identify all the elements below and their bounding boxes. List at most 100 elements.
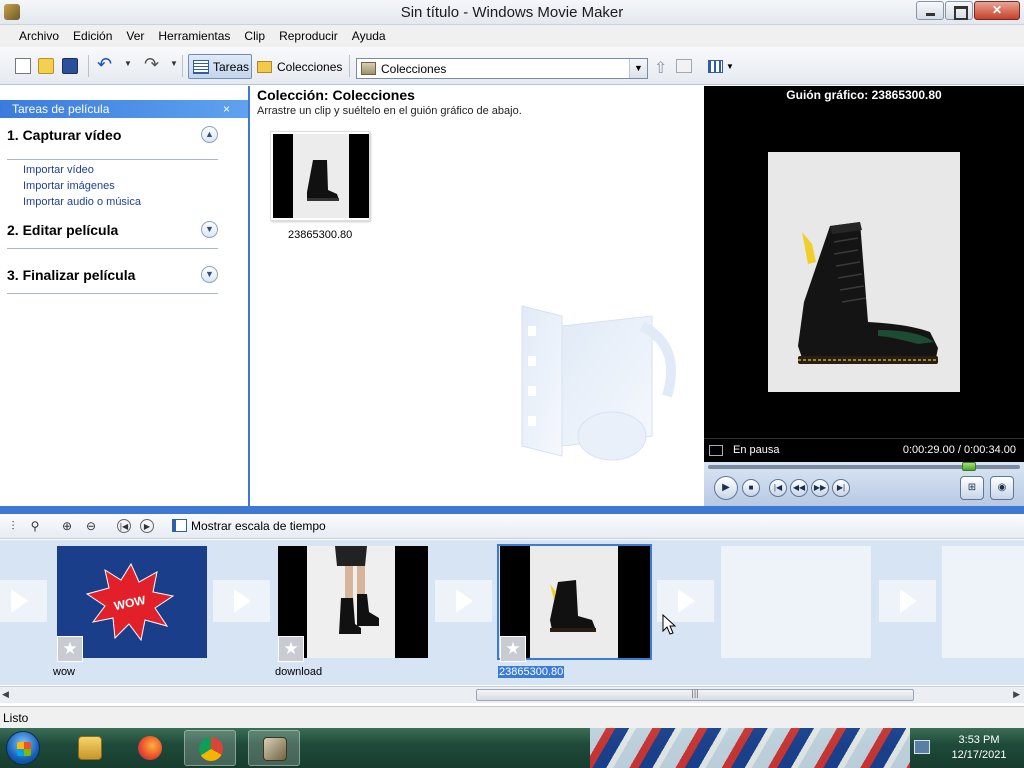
scroll-left-icon[interactable]: ◀ [2, 689, 9, 700]
task-section-title: 2. Editar película [7, 222, 119, 238]
taskbar-explorer[interactable] [64, 730, 116, 766]
tasks-label: Tareas [213, 59, 250, 74]
task-section-finish[interactable]: 3. Finalizar película ▼ [0, 266, 218, 284]
menu-reproducir[interactable]: Reproducir [272, 29, 345, 43]
pane-divider[interactable] [0, 506, 1024, 514]
audio-levels-icon[interactable]: ⚲ [28, 519, 42, 533]
storyboard-clip-boot[interactable]: ★ [500, 546, 650, 662]
folder-icon [257, 60, 272, 73]
task-section-capture[interactable]: 1. Capturar vídeo ▲ [0, 126, 218, 144]
stop-button[interactable]: ■ [742, 479, 760, 497]
menu-edicion[interactable]: Edición [66, 29, 119, 43]
narrate-timeline-icon[interactable]: ⫶ [6, 519, 20, 533]
start-button[interactable] [6, 731, 40, 765]
playback-time: 0:00:29.00 / 0:00:34.00 [902, 444, 1016, 456]
mouse-cursor-icon [662, 614, 677, 635]
empty-storyboard-slot[interactable] [721, 546, 871, 658]
taskbar-firefox[interactable] [124, 730, 176, 766]
collection-select[interactable]: Colecciones ▼ [356, 58, 648, 79]
minimize-button[interactable] [916, 1, 944, 20]
storyboard-clip-wow[interactable]: WOW ★ [57, 546, 207, 662]
playback-state: En pausa [733, 444, 780, 456]
transition-slot[interactable] [0, 580, 47, 622]
close-button[interactable] [974, 1, 1020, 20]
save-project-icon[interactable] [62, 58, 78, 74]
views-icon[interactable] [708, 60, 723, 73]
zoom-out-icon[interactable]: ⊖ [84, 519, 98, 533]
taskbar-movie-maker[interactable] [248, 730, 300, 766]
chrome-icon [199, 737, 223, 761]
task-pane-title: Tareas de película [12, 102, 110, 116]
transition-slot[interactable] [435, 580, 492, 622]
import-images-link[interactable]: Importar imágenes [0, 178, 248, 194]
show-timeline-button[interactable]: Mostrar escala de tiempo [191, 519, 326, 533]
up-level-icon[interactable]: ⇧ [654, 58, 667, 78]
seek-bar[interactable] [708, 462, 1020, 471]
movie-tasks-pane: Tareas de película × 1. Capturar vídeo ▲… [0, 86, 250, 506]
title-bar: Sin título - Windows Movie Maker [0, 0, 1024, 25]
menu-ver[interactable]: Ver [119, 29, 151, 43]
chevron-down-icon[interactable]: ▼ [201, 221, 218, 238]
previous-frame-button[interactable]: |◀ [769, 479, 787, 497]
scroll-right-icon[interactable]: ▶ [1013, 689, 1020, 700]
redo-dropdown-icon[interactable]: ▼ [170, 59, 178, 68]
menu-archivo[interactable]: Archivo [12, 29, 66, 43]
chevron-down-icon[interactable]: ▼ [629, 59, 647, 78]
seek-thumb[interactable] [962, 462, 976, 471]
scrollbar-thumb[interactable] [476, 688, 914, 701]
firefox-icon [138, 736, 162, 760]
menu-ayuda[interactable]: Ayuda [345, 29, 393, 43]
transition-slot[interactable] [879, 580, 936, 622]
new-project-icon[interactable] [15, 58, 31, 74]
folder-icon [78, 736, 102, 760]
tasks-button[interactable]: Tareas [188, 54, 252, 79]
menu-clip[interactable]: Clip [237, 29, 272, 43]
network-icon[interactable] [914, 740, 930, 754]
forward-button[interactable]: ▶▶ [811, 479, 829, 497]
close-task-pane-icon[interactable]: × [223, 100, 230, 118]
new-folder-icon[interactable] [676, 59, 692, 73]
menu-herramientas[interactable]: Herramientas [151, 29, 237, 43]
zoom-in-icon[interactable]: ⊕ [60, 519, 74, 533]
boot-thumbnail-image [550, 580, 596, 632]
take-picture-button[interactable]: ◉ [990, 476, 1014, 500]
window-controls [915, 1, 1020, 20]
redo-icon[interactable]: ↷ [144, 54, 166, 74]
status-bar: Listo [0, 706, 1024, 728]
task-section-edit[interactable]: 2. Editar película ▼ [0, 221, 218, 239]
chevron-down-icon[interactable]: ▼ [201, 266, 218, 283]
transition-slot[interactable] [213, 580, 270, 622]
import-video-link[interactable]: Importar vídeo [0, 162, 248, 178]
taskbar-chrome[interactable] [184, 730, 236, 766]
toolbar-separator [88, 55, 89, 77]
undo-dropdown-icon[interactable]: ▼ [124, 59, 132, 68]
collection-clip[interactable] [270, 131, 370, 221]
rewind-button[interactable]: ◀◀ [790, 479, 808, 497]
maximize-button[interactable] [945, 1, 973, 20]
next-frame-button[interactable]: ▶| [832, 479, 850, 497]
storyboard-scrollbar[interactable]: ◀ ▶ [0, 686, 1024, 703]
video-effects-star-icon[interactable]: ★ [500, 636, 526, 662]
storyboard-clip-download[interactable]: ★ [278, 546, 428, 662]
chevron-up-icon[interactable]: ▲ [201, 126, 218, 143]
menu-bar: Archivo Edición Ver Herramientas Clip Re… [0, 25, 1024, 47]
collection-icon [361, 62, 376, 75]
clock[interactable]: 3:53 PM 12/17/2021 [940, 733, 1018, 763]
video-effects-star-icon[interactable]: ★ [57, 636, 83, 662]
play-button[interactable]: ▶ [714, 476, 738, 500]
open-project-icon[interactable] [38, 58, 54, 74]
import-audio-link[interactable]: Importar audio o música [0, 194, 248, 210]
undo-icon[interactable]: ↶ [97, 54, 119, 74]
play-storyboard-icon[interactable]: ▶ [140, 519, 154, 533]
desktop-wallpaper-art [590, 728, 910, 768]
timeline-icon[interactable] [172, 519, 187, 532]
preview-title: Guión gráfico: 23865300.80 [786, 88, 942, 102]
video-effects-star-icon[interactable]: ★ [278, 636, 304, 662]
collection-title: Colección: Colecciones [257, 87, 415, 103]
task-section-title: 1. Capturar vídeo [7, 127, 122, 143]
views-dropdown-icon[interactable]: ▼ [726, 62, 734, 71]
collections-button[interactable]: Colecciones [257, 54, 342, 79]
split-clip-button[interactable]: ⊞ [960, 476, 984, 500]
empty-storyboard-slot[interactable] [942, 546, 1024, 658]
rewind-storyboard-icon[interactable]: |◀ [117, 519, 131, 533]
